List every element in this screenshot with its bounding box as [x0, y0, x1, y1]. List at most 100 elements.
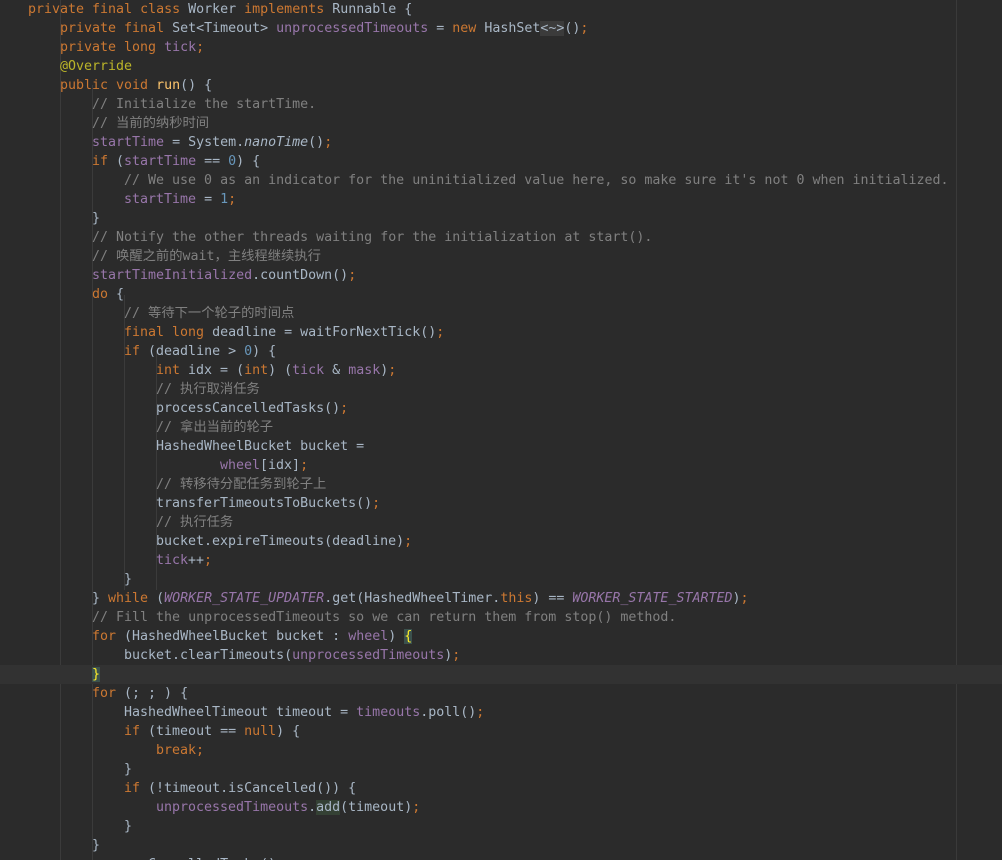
code-token: timeouts	[356, 704, 421, 720]
code-line[interactable]: // Initialize the startTime.	[0, 95, 1002, 114]
code-line[interactable]: for (HashedWheelBucket bucket : wheel) {	[0, 627, 1002, 646]
code-line[interactable]: for (; ; ) {	[0, 684, 1002, 703]
code-line[interactable]: } while (WORKER_STATE_UPDATER.get(Hashed…	[0, 589, 1002, 608]
code-token: bucket.expireTimeouts(deadline)	[156, 533, 405, 549]
code-token: ) {	[252, 343, 277, 359]
code-line[interactable]: wheel[idx];	[0, 456, 1002, 475]
code-token: ;	[580, 20, 589, 36]
code-token: // 转移待分配任务到轮子上	[156, 476, 327, 492]
code-line[interactable]: private long tick;	[0, 38, 1002, 57]
code-token: .poll()	[420, 704, 477, 720]
code-token: unprocessedTimeouts	[276, 20, 429, 36]
code-line[interactable]: if (deadline > 0) {	[0, 342, 1002, 361]
code-token: 1	[220, 191, 229, 207]
code-token: (	[116, 153, 125, 169]
code-token: int	[244, 362, 269, 378]
code-line[interactable]: startTime = System.nanoTime();	[0, 133, 1002, 152]
code-line[interactable]: bucket.clearTimeouts(unprocessedTimeouts…	[0, 646, 1002, 665]
code-line[interactable]: }	[0, 664, 1002, 684]
code-token: if	[124, 780, 149, 796]
code-line[interactable]: private final Set<Timeout> unprocessedTi…	[0, 19, 1002, 38]
code-line[interactable]: // 等待下一个轮子的时间点	[0, 304, 1002, 323]
code-line[interactable]: }	[0, 209, 1002, 228]
code-line[interactable]: // Fill the unprocessedTimeouts so we ca…	[0, 608, 1002, 627]
code-token: null	[244, 723, 277, 739]
code-line[interactable]: // 执行取消任务	[0, 380, 1002, 399]
code-token: }	[124, 761, 133, 777]
code-line[interactable]: startTimeInitialized.countDown();	[0, 266, 1002, 285]
code-line[interactable]: public void run() {	[0, 76, 1002, 95]
code-token: // 执行取消任务	[156, 381, 260, 397]
code-token: tick	[164, 39, 197, 55]
code-line[interactable]: }	[0, 817, 1002, 836]
code-line[interactable]: processCancelledTasks();	[0, 855, 1002, 860]
code-token: ;	[324, 134, 333, 150]
code-line[interactable]: // 拿出当前的轮子	[0, 418, 1002, 437]
code-token: 0	[244, 343, 253, 359]
code-token: {	[404, 628, 413, 644]
code-line[interactable]: @Override	[0, 57, 1002, 76]
code-line[interactable]: unprocessedTimeouts.add(timeout);	[0, 798, 1002, 817]
code-token: ;	[204, 552, 213, 568]
code-token: int	[156, 362, 189, 378]
code-token: WORKER_STATE_STARTED	[572, 590, 733, 606]
code-line[interactable]: if (timeout == null) {	[0, 722, 1002, 741]
code-line[interactable]: // 唤醒之前的wait，主线程继续执行	[0, 247, 1002, 266]
code-line[interactable]: }	[0, 836, 1002, 855]
code-token: // 等待下一个轮子的时间点	[124, 305, 295, 321]
code-token: wheel	[220, 457, 261, 473]
code-line[interactable]: if (!timeout.isCancelled()) {	[0, 779, 1002, 798]
code-line[interactable]: private final class Worker implements Ru…	[0, 0, 1002, 19]
code-token: ;	[372, 495, 381, 511]
code-line[interactable]: HashedWheelTimeout timeout = timeouts.po…	[0, 703, 1002, 722]
code-token: private long	[60, 39, 165, 55]
code-token: add	[316, 799, 341, 815]
code-line[interactable]: // 当前的纳秒时间	[0, 114, 1002, 133]
code-token: ;	[436, 324, 445, 340]
code-line[interactable]: int idx = (int) (tick & mask);	[0, 361, 1002, 380]
code-line[interactable]: final long deadline = waitForNextTick();	[0, 323, 1002, 342]
code-line[interactable]: }	[0, 760, 1002, 779]
code-line[interactable]: do {	[0, 285, 1002, 304]
code-token: ;	[412, 799, 421, 815]
code-token: if	[124, 723, 149, 739]
code-token: // Initialize the startTime.	[92, 96, 317, 112]
code-line[interactable]: if (startTime == 0) {	[0, 152, 1002, 171]
code-line[interactable]: processCancelledTasks();	[0, 399, 1002, 418]
code-token: unprocessedTimeouts	[292, 647, 445, 663]
code-line[interactable]: // Notify the other threads waiting for …	[0, 228, 1002, 247]
code-token: // Notify the other threads waiting for …	[92, 229, 653, 245]
code-token: ==	[196, 153, 229, 169]
code-token: }	[92, 210, 101, 226]
code-token: transferTimeoutsToBuckets()	[156, 495, 373, 511]
code-line[interactable]: // 转移待分配任务到轮子上	[0, 475, 1002, 494]
code-line[interactable]: tick++;	[0, 551, 1002, 570]
code-token: ;	[276, 857, 284, 860]
code-token: startTime	[124, 153, 197, 169]
code-line[interactable]: }	[0, 570, 1002, 589]
code-token: @Override	[60, 58, 133, 74]
code-line[interactable]: // We use 0 as an indicator for the unin…	[0, 171, 1002, 190]
code-token: }	[92, 837, 101, 853]
code-token: ;	[476, 704, 485, 720]
code-token: private final class	[28, 1, 189, 17]
code-token: }	[124, 571, 133, 587]
code-line[interactable]: bucket.expireTimeouts(deadline);	[0, 532, 1002, 551]
code-token: tick	[156, 552, 189, 568]
code-token: public void	[60, 77, 157, 93]
code-token: WORKER_STATE_UPDATER	[164, 590, 325, 606]
code-line[interactable]: break;	[0, 741, 1002, 760]
code-line[interactable]: startTime = 1;	[0, 190, 1002, 209]
code-line[interactable]: transferTimeoutsToBuckets();	[0, 494, 1002, 513]
code-token: }	[92, 666, 101, 682]
code-token: unprocessedTimeouts	[156, 799, 309, 815]
code-token: HashedWheelBucket bucket =	[156, 438, 365, 454]
code-editor[interactable]: private final class Worker implements Ru…	[0, 0, 1002, 860]
code-token: )	[388, 628, 405, 644]
code-token: wheel	[348, 628, 389, 644]
code-line[interactable]: HashedWheelBucket bucket =	[0, 437, 1002, 456]
code-token: Worker	[188, 1, 245, 17]
code-token: ;	[404, 533, 413, 549]
code-token: this	[500, 590, 533, 606]
code-line[interactable]: // 执行任务	[0, 513, 1002, 532]
